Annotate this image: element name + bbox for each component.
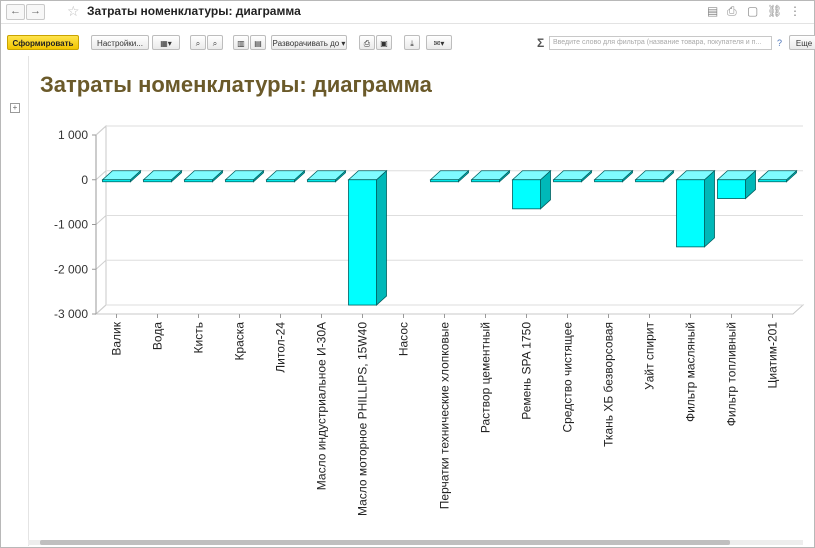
x-tick-label: Ткань ХБ безворсовая bbox=[602, 322, 616, 447]
x-tick-label: Фильтр топливный bbox=[725, 322, 739, 426]
bar bbox=[676, 179, 705, 248]
x-tick-label: Уайт спирит bbox=[643, 321, 657, 389]
y-axis-labels: 1 000 0 -1 000 -2 000 -3 000 bbox=[54, 128, 88, 321]
bar bbox=[266, 179, 295, 183]
x-tick-label: Ремень SPA 1750 bbox=[520, 322, 534, 420]
bar bbox=[635, 179, 664, 183]
y-tick-label: 0 bbox=[81, 173, 88, 187]
bar-side bbox=[376, 169, 387, 306]
x-tick-label: Масло моторное PHILLIPS, 15W40 bbox=[356, 322, 370, 516]
x-tick-label: Насос bbox=[397, 322, 411, 356]
bar bbox=[348, 179, 377, 306]
x-tick-label: Литол-24 bbox=[274, 322, 288, 373]
horizontal-scrollbar[interactable] bbox=[28, 540, 803, 545]
bar bbox=[717, 179, 746, 199]
bar bbox=[553, 179, 582, 183]
x-axis-labels: Валик Вода Кисть Краска Литол-24 Масло индуст… bbox=[110, 321, 780, 516]
chart-bars bbox=[101, 169, 798, 306]
x-tick-label: Масло индустриальное И-30А bbox=[315, 322, 329, 490]
y-tick-label: -2 000 bbox=[54, 262, 88, 276]
x-tick-label: Краска bbox=[233, 322, 247, 361]
x-tick-label: Раствор цементный bbox=[479, 322, 493, 433]
scrollbar-thumb[interactable] bbox=[40, 540, 730, 545]
bar bbox=[184, 179, 213, 183]
bar-side bbox=[704, 169, 715, 248]
y-tick-label: -3 000 bbox=[54, 307, 88, 321]
x-tick-label: Вода bbox=[151, 322, 165, 350]
bar bbox=[225, 179, 254, 183]
bar bbox=[758, 179, 787, 183]
x-tick-label: Средство чистящее bbox=[561, 322, 575, 433]
bar bbox=[512, 179, 541, 210]
cost-bar-chart: 1 000 0 -1 000 -2 000 -3 000 Валик Вода Кисть К… bbox=[54, 124, 805, 516]
bar bbox=[430, 179, 459, 183]
x-tick-label: Кисть bbox=[192, 322, 206, 353]
x-tick-label: Фильтр масляный bbox=[684, 322, 698, 422]
bar bbox=[102, 179, 131, 183]
bar bbox=[307, 179, 336, 183]
x-tick-label: Валик bbox=[110, 321, 124, 355]
chart-floor bbox=[94, 304, 805, 315]
x-tick-label: Циатим-201 bbox=[766, 322, 780, 389]
y-tick-label: -1 000 bbox=[54, 218, 88, 232]
bar bbox=[471, 179, 500, 183]
bar bbox=[143, 179, 172, 183]
bar bbox=[594, 179, 623, 183]
x-tick-label: Перчатки технические хлопковые bbox=[438, 322, 452, 510]
y-tick-label: 1 000 bbox=[58, 128, 88, 142]
